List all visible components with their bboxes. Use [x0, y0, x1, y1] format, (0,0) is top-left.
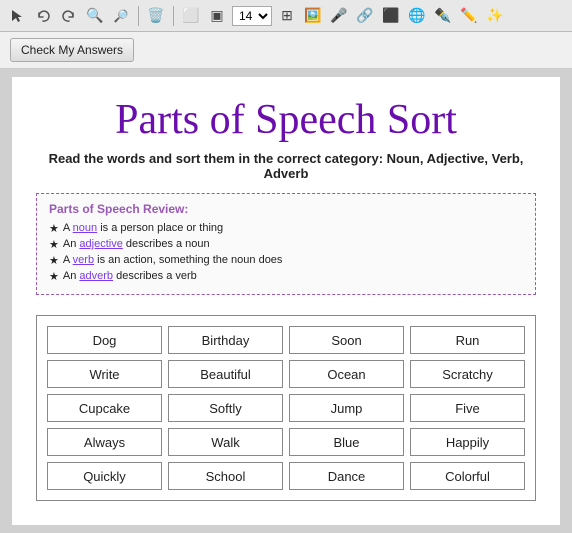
delete-icon[interactable]: 🗑️	[145, 5, 167, 27]
image-icon[interactable]: 🖼️	[302, 5, 324, 27]
page-title: Parts of Speech Sort	[36, 97, 536, 143]
font-size-select[interactable]: 14	[232, 6, 272, 26]
review-noun: ★ A noun is a person place or thing	[49, 222, 523, 235]
noun-link[interactable]: noun	[73, 222, 97, 234]
review-adverb: ★ An adverb describes a verb	[49, 270, 523, 283]
review-title: Parts of Speech Review:	[49, 202, 523, 216]
star-bullet-2: ★	[49, 238, 59, 251]
word-cell[interactable]: Dog	[47, 326, 162, 354]
select-tool-icon[interactable]	[6, 5, 28, 27]
redo-icon[interactable]	[58, 5, 80, 27]
pencil-icon[interactable]: ✏️	[458, 5, 480, 27]
frame-icon[interactable]: ⬜	[180, 5, 202, 27]
word-cell[interactable]: Walk	[168, 428, 283, 456]
word-cell[interactable]: Beautiful	[168, 360, 283, 388]
word-cell[interactable]: Five	[410, 394, 525, 422]
word-cell[interactable]: Ocean	[289, 360, 404, 388]
toolbar: 🔍 🔎 🗑️ ⬜ ▣ 14 ⊞ 🖼️ 🎤 🔗 ⬛ 🌐 ✒️ ✏️ ✨	[0, 0, 572, 32]
star-bullet-4: ★	[49, 270, 59, 283]
word-cell[interactable]: Dance	[289, 462, 404, 490]
word-cell[interactable]: Soon	[289, 326, 404, 354]
word-grid: DogBirthdaySoonRun WriteBeautifulOceanScr…	[36, 315, 536, 501]
review-box: Parts of Speech Review: ★ A noun is a pe…	[36, 193, 536, 295]
adverb-link[interactable]: adverb	[79, 270, 113, 282]
grid-icon[interactable]: ⊞	[276, 5, 298, 27]
mic-icon[interactable]: 🎤	[328, 5, 350, 27]
check-bar: Check My Answers	[0, 32, 572, 69]
review-verb: ★ A verb is an action, something the nou…	[49, 254, 523, 267]
word-cell[interactable]: Colorful	[410, 462, 525, 490]
word-cell[interactable]: Jump	[289, 394, 404, 422]
word-cell[interactable]: Write	[47, 360, 162, 388]
zoom-out-icon[interactable]: 🔎	[110, 5, 132, 27]
check-answers-button[interactable]: Check My Answers	[10, 38, 134, 62]
pen-icon[interactable]: ✒️	[432, 5, 454, 27]
word-cell[interactable]: Always	[47, 428, 162, 456]
word-cell[interactable]: School	[168, 462, 283, 490]
word-cell[interactable]: Happily	[410, 428, 525, 456]
page-content: Parts of Speech Sort Read the words and …	[12, 77, 560, 525]
separator-2	[173, 6, 174, 26]
star-icon[interactable]: ✨	[484, 5, 506, 27]
separator-1	[138, 6, 139, 26]
undo-icon[interactable]	[32, 5, 54, 27]
word-cell[interactable]: Cupcake	[47, 394, 162, 422]
star-bullet-1: ★	[49, 222, 59, 235]
word-cell[interactable]: Scratchy	[410, 360, 525, 388]
word-cell[interactable]: Quickly	[47, 462, 162, 490]
rectangle-icon[interactable]: ⬛	[380, 5, 402, 27]
verb-link[interactable]: verb	[73, 254, 94, 266]
review-adjective: ★ An adjective describes a noun	[49, 238, 523, 251]
adjective-link[interactable]: adjective	[79, 238, 122, 250]
link-icon[interactable]: 🔗	[354, 5, 376, 27]
page-subtitle: Read the words and sort them in the corr…	[36, 151, 536, 181]
word-cell[interactable]: Birthday	[168, 326, 283, 354]
frame2-icon[interactable]: ▣	[206, 5, 228, 27]
word-cell[interactable]: Run	[410, 326, 525, 354]
word-cell[interactable]: Softly	[168, 394, 283, 422]
zoom-in-icon[interactable]: 🔍	[84, 5, 106, 27]
globe-icon[interactable]: 🌐	[406, 5, 428, 27]
star-bullet-3: ★	[49, 254, 59, 267]
word-cell[interactable]: Blue	[289, 428, 404, 456]
